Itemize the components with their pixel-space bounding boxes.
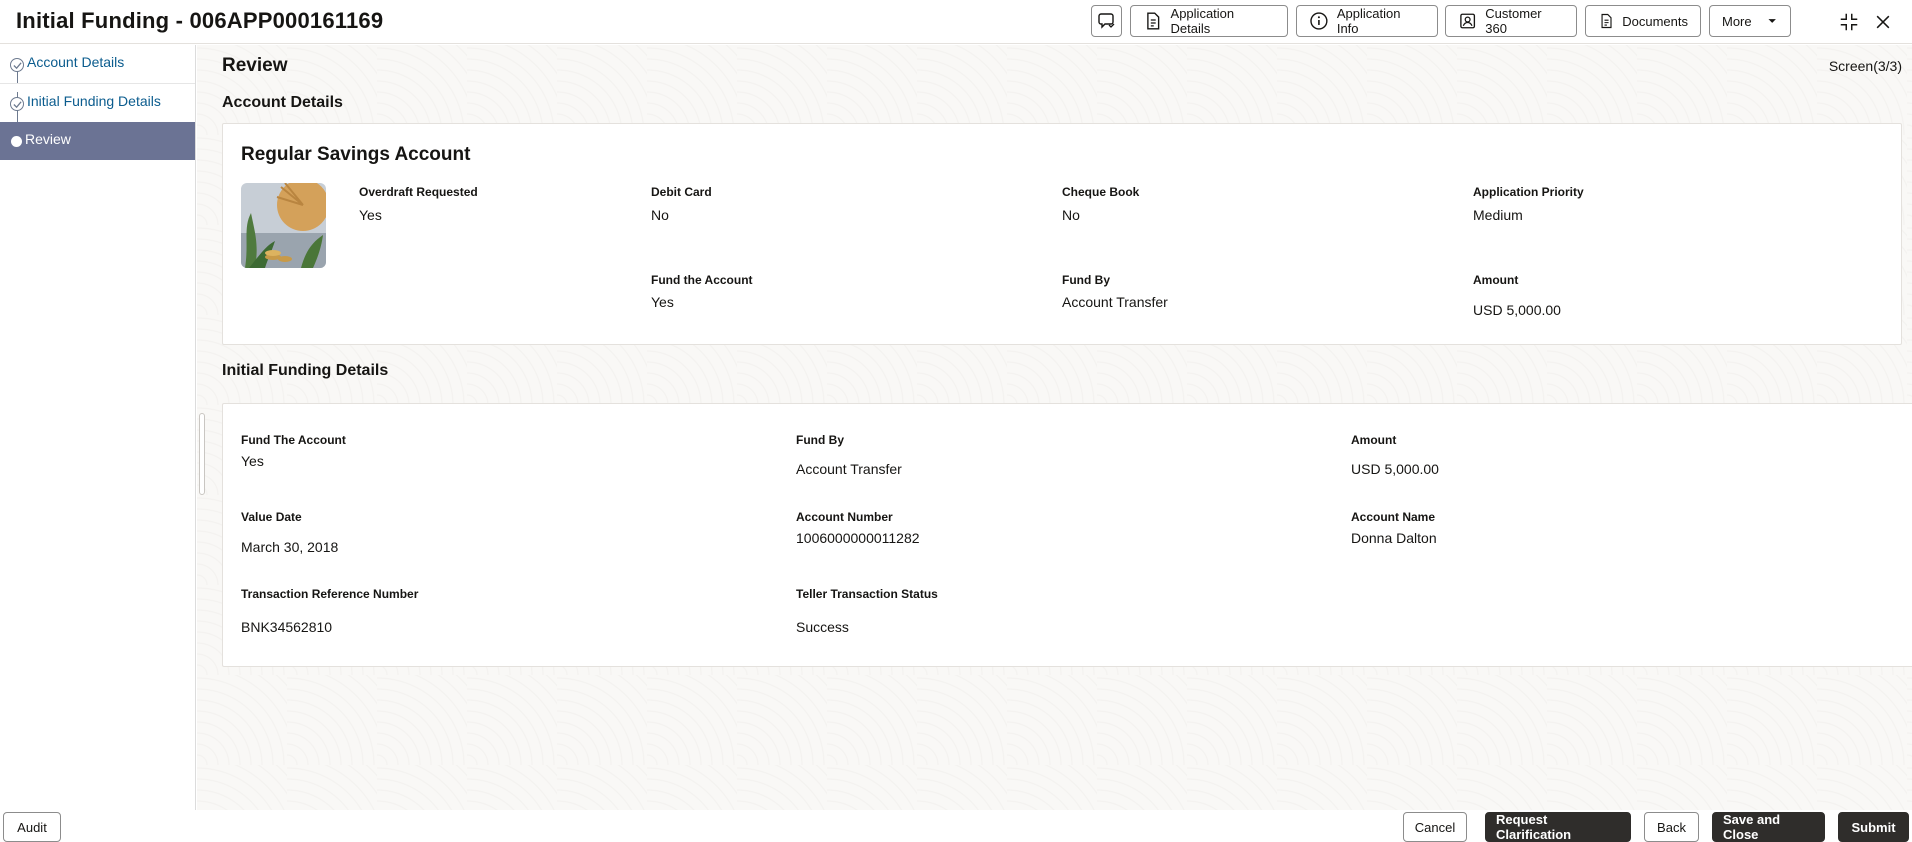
info-icon bbox=[1310, 12, 1328, 30]
teller-status-label: Teller Transaction Status bbox=[796, 587, 938, 601]
fund-the-account-value: Yes bbox=[241, 453, 264, 469]
action-bar: Audit Cancel Request Clarification Back … bbox=[0, 810, 1912, 842]
customer-360-label: Customer 360 bbox=[1485, 6, 1542, 36]
page-header-title: Initial Funding - 006APP000161169 bbox=[16, 8, 384, 33]
step-account-details[interactable]: Account Details bbox=[0, 45, 195, 83]
documents-label: Documents bbox=[1622, 13, 1688, 29]
cheque-book-label: Cheque Book bbox=[1062, 185, 1140, 199]
fund-the-account-label: Fund The Account bbox=[241, 433, 346, 447]
collapse-button[interactable] bbox=[1835, 8, 1863, 36]
chat-button[interactable] bbox=[1091, 5, 1122, 37]
funding-amount-label: Amount bbox=[1351, 433, 1397, 447]
overdraft-value: Yes bbox=[359, 207, 382, 223]
fund-account-value: Yes bbox=[651, 294, 674, 310]
step-label: Account Details bbox=[27, 54, 125, 70]
application-details-label: Application Details bbox=[1170, 6, 1235, 36]
cancel-button[interactable]: Cancel bbox=[1403, 812, 1467, 842]
close-button[interactable] bbox=[1869, 8, 1897, 36]
audit-button[interactable]: Audit bbox=[3, 812, 61, 842]
funding-fund-by-label: Fund By bbox=[796, 433, 844, 447]
check-icon bbox=[10, 97, 24, 111]
step-navigation: Account Details Initial Funding Details … bbox=[0, 45, 196, 810]
application-info-button[interactable]: Application Info bbox=[1296, 5, 1438, 37]
application-details-button[interactable]: Application Details bbox=[1130, 5, 1288, 37]
transaction-reference-label: Transaction Reference Number bbox=[241, 587, 419, 601]
application-info-label: Application Info bbox=[1336, 6, 1401, 36]
application-priority-label: Application Priority bbox=[1473, 185, 1584, 199]
collapse-icon bbox=[1840, 13, 1858, 31]
debit-card-value: No bbox=[651, 207, 669, 223]
chat-icon bbox=[1097, 13, 1114, 29]
account-details-heading: Account Details bbox=[222, 94, 343, 111]
step-review[interactable]: Review bbox=[0, 122, 195, 160]
transaction-reference-value: BNK34562810 bbox=[241, 619, 333, 635]
funding-amount-value: USD 5,000.00 bbox=[1351, 461, 1439, 477]
amount-value: USD 5,000.00 bbox=[1473, 302, 1561, 318]
debit-card-label: Debit Card bbox=[651, 185, 712, 199]
documents-icon bbox=[1601, 13, 1612, 29]
fund-by-value: Account Transfer bbox=[1062, 294, 1168, 310]
amount-label: Amount bbox=[1473, 273, 1519, 287]
more-label: More bbox=[1722, 13, 1752, 29]
overdraft-label: Overdraft Requested bbox=[359, 185, 478, 199]
initial-funding-heading: Initial Funding Details bbox=[222, 362, 389, 379]
customer-360-button[interactable]: Customer 360 bbox=[1445, 5, 1577, 37]
close-icon bbox=[1876, 15, 1890, 29]
application-priority-value: Medium bbox=[1473, 207, 1523, 223]
account-name-label: Account Name bbox=[1351, 510, 1436, 524]
account-number-label: Account Number bbox=[796, 510, 893, 524]
document-icon bbox=[1147, 12, 1160, 30]
cheque-book-value: No bbox=[1062, 207, 1080, 223]
request-clarification-button[interactable]: Request Clarification bbox=[1485, 812, 1631, 842]
step-label: Initial Funding Details bbox=[27, 93, 161, 109]
account-number-value: 1006000000011282 bbox=[796, 530, 920, 546]
value-date-label: Value Date bbox=[241, 510, 302, 524]
step-label: Review bbox=[25, 131, 71, 147]
screen-indicator: Screen(3/3) bbox=[1828, 58, 1902, 74]
app-header: Initial Funding - 006APP000161169 Applic… bbox=[0, 0, 1912, 44]
step-initial-funding-details[interactable]: Initial Funding Details bbox=[0, 84, 195, 122]
teller-status-value: Success bbox=[796, 619, 849, 635]
account-name-value: Donna Dalton bbox=[1351, 530, 1437, 546]
main-content: Review Screen(3/3) Account Details Regul… bbox=[197, 45, 1912, 810]
check-icon bbox=[10, 58, 24, 72]
initial-funding-card: Fund The Account Yes Fund By Account Tra… bbox=[222, 403, 1912, 667]
more-dropdown[interactable]: More bbox=[1709, 5, 1791, 37]
fund-account-label: Fund the Account bbox=[651, 273, 753, 287]
chevron-down-icon bbox=[1768, 19, 1776, 23]
save-and-close-button[interactable]: Save and Close bbox=[1712, 812, 1825, 842]
account-name: Regular Savings Account bbox=[241, 144, 471, 165]
documents-button[interactable]: Documents bbox=[1585, 5, 1701, 37]
funding-fund-by-value: Account Transfer bbox=[796, 461, 902, 477]
panel-resize-handle[interactable] bbox=[199, 413, 205, 495]
account-details-card: Regular Savings Account Overdraft Reques… bbox=[222, 123, 1902, 345]
customer-icon bbox=[1460, 13, 1476, 29]
back-button[interactable]: Back bbox=[1644, 812, 1699, 842]
page-title: Review bbox=[222, 55, 288, 76]
submit-button[interactable]: Submit bbox=[1838, 812, 1909, 842]
account-image bbox=[241, 183, 326, 268]
current-step-icon bbox=[11, 136, 22, 147]
fund-by-label: Fund By bbox=[1062, 273, 1110, 287]
value-date-value: March 30, 2018 bbox=[241, 539, 339, 555]
